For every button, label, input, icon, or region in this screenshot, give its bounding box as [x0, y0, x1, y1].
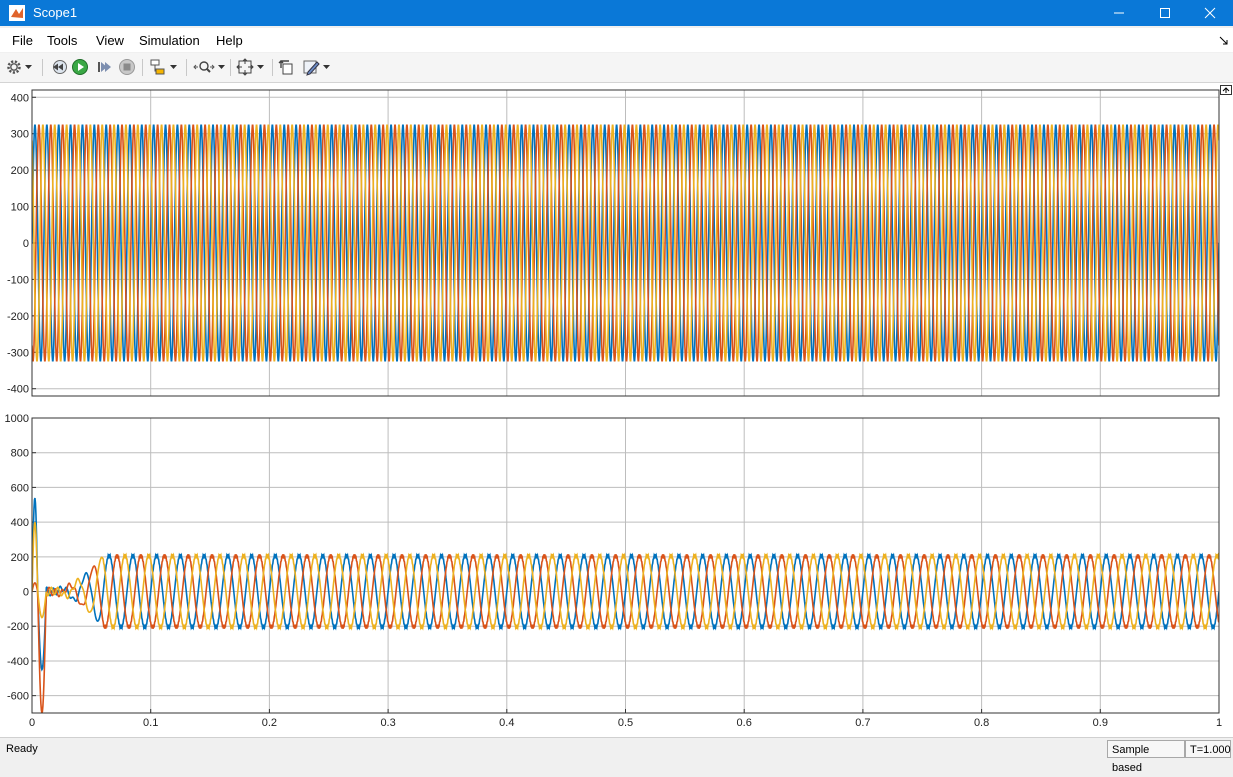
- matlab-icon: [9, 5, 25, 21]
- y-tick-label: -600: [7, 691, 29, 703]
- y-tick-label: 200: [11, 165, 29, 177]
- y-tick-label: 0: [23, 587, 29, 599]
- y-tick-label: -200: [7, 621, 29, 633]
- scope-plot-area: 400 300 200 100 0 -100 -200 -300 -400 1000 800 600…: [0, 83, 1233, 737]
- gear-icon: [7, 60, 21, 74]
- x-tick-label: 0.3: [380, 717, 395, 729]
- step-forward-button[interactable]: [95, 57, 113, 77]
- x-tick-label: 0.2: [262, 717, 277, 729]
- step-back-button[interactable]: [50, 57, 68, 77]
- autoscale-button[interactable]: [236, 57, 264, 77]
- y-tick-label: -400: [7, 384, 29, 396]
- dropdown-arrow-icon: [323, 65, 330, 69]
- y-tick-label: 400: [11, 517, 29, 529]
- menu-bar: File Tools View Simulation Help: [0, 28, 1233, 52]
- autoscale-icon: [236, 58, 254, 76]
- x-tick-label: 0.8: [974, 717, 989, 729]
- x-tick-label: 0.9: [1093, 717, 1108, 729]
- minimize-icon: [1114, 12, 1124, 14]
- highlight-block-button[interactable]: [149, 57, 177, 77]
- y-tick-label: 800: [11, 448, 29, 460]
- toolbar-separator: [42, 59, 43, 76]
- menu-help[interactable]: Help: [216, 33, 243, 48]
- y-tick-label: -200: [7, 311, 29, 323]
- simulation-time-label: T=1.000: [1185, 740, 1231, 758]
- x-tick-label: 1: [1216, 717, 1222, 729]
- x-tick-label: 0.1: [143, 717, 158, 729]
- voltage-axes[interactable]: 400 300 200 100 0 -100 -200 -300 -400: [7, 89, 1220, 397]
- toolbar: [0, 53, 1233, 83]
- y-tick-label: 600: [11, 482, 29, 494]
- scope-figure: 4003002001000-100-200-300-400 1000800600…: [5, 89, 1223, 729]
- maximize-button[interactable]: [1142, 0, 1188, 26]
- maximize-icon: [1160, 8, 1170, 18]
- undock-icon[interactable]: [1219, 35, 1229, 45]
- stop-icon: [119, 59, 135, 75]
- axes-undock-button[interactable]: [1220, 84, 1232, 95]
- y-tick-label: 1000: [5, 413, 29, 425]
- stop-button[interactable]: [118, 57, 136, 77]
- x-tick-label: 0.6: [737, 717, 752, 729]
- y-tick-label: 400: [11, 92, 29, 104]
- status-text: Ready: [6, 743, 38, 755]
- menu-view[interactable]: View: [96, 33, 124, 48]
- dropdown-arrow-icon: [218, 65, 225, 69]
- close-button[interactable]: [1187, 0, 1233, 26]
- style-button[interactable]: [302, 57, 330, 77]
- x-tick-label: 0.7: [855, 717, 870, 729]
- y-tick-label: 300: [11, 129, 29, 141]
- menu-tools[interactable]: Tools: [47, 33, 77, 48]
- x-tick-label: 0: [29, 717, 35, 729]
- menu-file[interactable]: File: [12, 33, 33, 48]
- toolbar-separator: [186, 59, 187, 76]
- window-title: Scope1: [33, 5, 78, 20]
- x-tick-label: 0.5: [618, 717, 633, 729]
- zoom-icon: [193, 61, 215, 73]
- run-button[interactable]: [71, 57, 89, 77]
- sample-mode-label: Sample based: [1107, 740, 1185, 774]
- toolbar-separator: [272, 59, 273, 76]
- configuration-button[interactable]: [6, 57, 32, 77]
- y-tick-label: -400: [7, 656, 29, 668]
- menu-simulation[interactable]: Simulation: [139, 33, 200, 48]
- step-forward-icon: [98, 62, 111, 72]
- toolbar-separator: [142, 59, 143, 76]
- y-tick-label: 100: [11, 202, 29, 214]
- dropdown-arrow-icon: [25, 65, 32, 69]
- dropdown-arrow-icon: [257, 65, 264, 69]
- restore-layout-icon: [278, 60, 293, 75]
- y-tick-label: 0: [23, 238, 29, 250]
- y-tick-label: -300: [7, 347, 29, 359]
- pin-icon: [1220, 85, 1232, 95]
- title-bar: Scope1: [0, 0, 1233, 26]
- highlight-block-icon: [150, 59, 165, 75]
- current-axes[interactable]: 1000 800 600 400 200 0 -200 -400 -600 0 0.1 0.2 0.3 0…: [5, 413, 1223, 729]
- y-tick-label: 200: [11, 552, 29, 564]
- x-tick-label: 0.4: [499, 717, 514, 729]
- zoom-button[interactable]: [193, 57, 225, 77]
- y-tick-label: -100: [7, 274, 29, 286]
- step-back-icon: [53, 60, 67, 74]
- status-bar: Ready Sample based T=1.000: [0, 737, 1233, 774]
- style-icon: [303, 60, 320, 76]
- close-icon: [1204, 7, 1216, 19]
- toolbar-separator: [230, 59, 231, 76]
- run-icon: [72, 59, 88, 75]
- minimize-button[interactable]: [1096, 0, 1142, 26]
- dropdown-arrow-icon: [170, 65, 177, 69]
- restore-layout-button[interactable]: [278, 57, 296, 77]
